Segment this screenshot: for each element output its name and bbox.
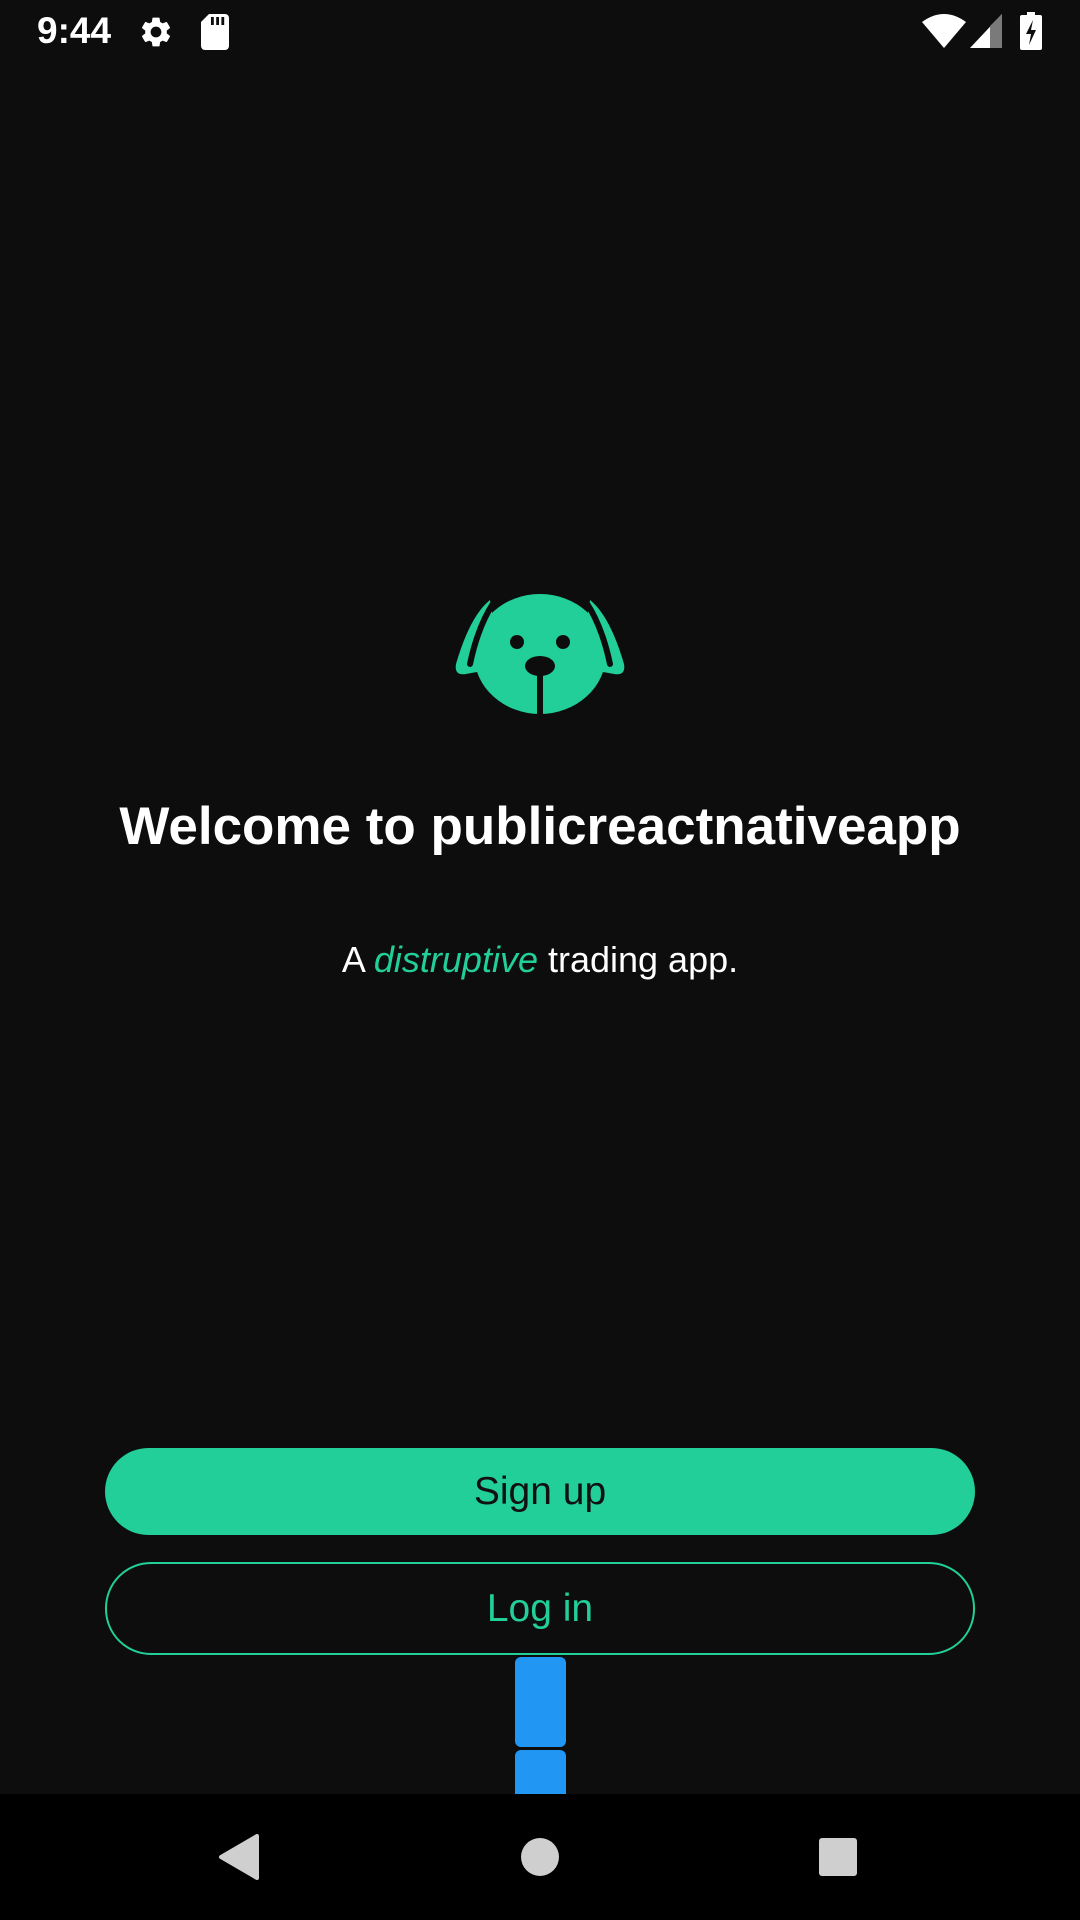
signal-icon	[970, 14, 1002, 53]
status-bar: 9:44	[0, 0, 1080, 63]
tagline: A distruptive trading app.	[0, 939, 1080, 981]
wifi-icon	[922, 14, 966, 53]
home-icon[interactable]	[505, 1824, 575, 1890]
drag-handle[interactable]	[515, 1657, 566, 1747]
status-time: 9:44	[37, 10, 112, 51]
recents-icon[interactable]	[803, 1824, 873, 1890]
sd-card-icon	[201, 14, 229, 55]
welcome-title: Welcome to publicreactnativeapp	[119, 797, 961, 856]
welcome-screen: 9:44 Welcome to publicreactnativeapp A d…	[0, 0, 1080, 1920]
tagline-accent: distruptive	[373, 939, 538, 980]
dog-face-icon	[454, 586, 626, 714]
gear-icon	[138, 14, 174, 55]
back-icon[interactable]	[205, 1824, 275, 1890]
battery-charging-icon	[1020, 12, 1042, 55]
drag-handle-lower[interactable]	[515, 1750, 566, 1794]
sign-up-button[interactable]: Sign up	[105, 1448, 975, 1535]
tagline-suffix: trading app.	[547, 939, 739, 980]
navigation-bar	[0, 1794, 1080, 1920]
tagline-prefix: A	[341, 939, 364, 980]
log-in-button[interactable]: Log in	[105, 1562, 975, 1655]
